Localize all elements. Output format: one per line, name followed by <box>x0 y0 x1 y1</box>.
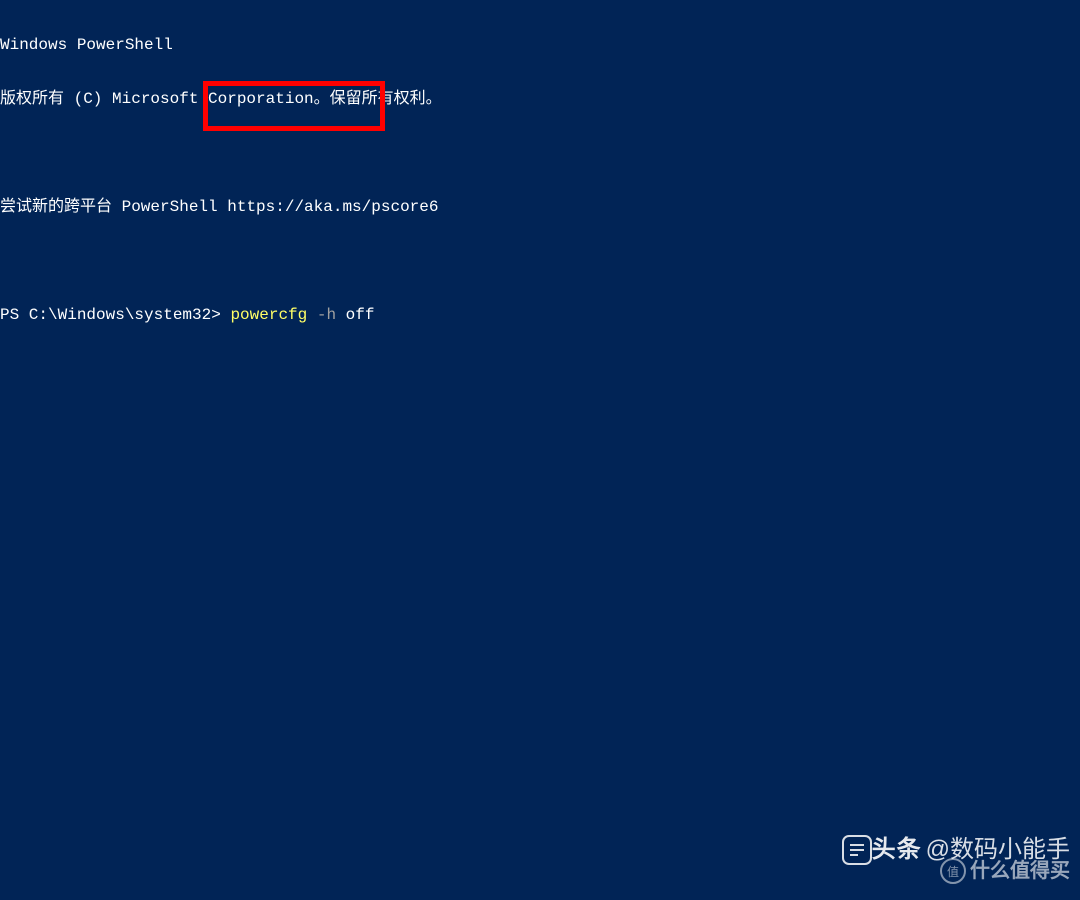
prompt-command: powercfg <box>230 306 307 324</box>
svg-text:值: 值 <box>947 864 959 879</box>
toutiao-watermark: 头条 @数码小能手 <box>842 835 1070 865</box>
watermark-overlay: 头条 @数码小能手 值 什么值得买 <box>836 820 1070 880</box>
terminal-title-line: Windows PowerShell <box>0 36 1080 54</box>
powershell-terminal[interactable]: Windows PowerShell 版权所有 (C) Microsoft Co… <box>0 0 1080 900</box>
blank-line-2 <box>0 252 1080 270</box>
toutiao-icon <box>842 835 872 865</box>
blank-line-1 <box>0 144 1080 162</box>
smzdm-text: 什么值得买 <box>970 862 1070 880</box>
prompt-line[interactable]: PS C:\Windows\system32> powercfg -h off <box>0 306 1080 324</box>
terminal-notice-line: 尝试新的跨平台 PowerShell https://aka.ms/pscore… <box>0 198 1080 216</box>
watermark-handle: @数码小能手 <box>926 841 1070 859</box>
prompt-path: PS C:\Windows\system32> <box>0 306 230 324</box>
smzdm-watermark: 值 什么值得买 <box>940 858 1070 884</box>
prompt-arg: off <box>336 306 374 324</box>
toutiao-label: 头条 <box>872 841 922 859</box>
prompt-flag: -h <box>307 306 336 324</box>
notice-url: https://aka.ms/pscore6 <box>227 198 438 216</box>
terminal-copyright-line: 版权所有 (C) Microsoft Corporation。保留所有权利。 <box>0 90 1080 108</box>
smzdm-icon: 值 <box>940 858 966 884</box>
notice-prefix: 尝试新的跨平台 PowerShell <box>0 198 227 216</box>
